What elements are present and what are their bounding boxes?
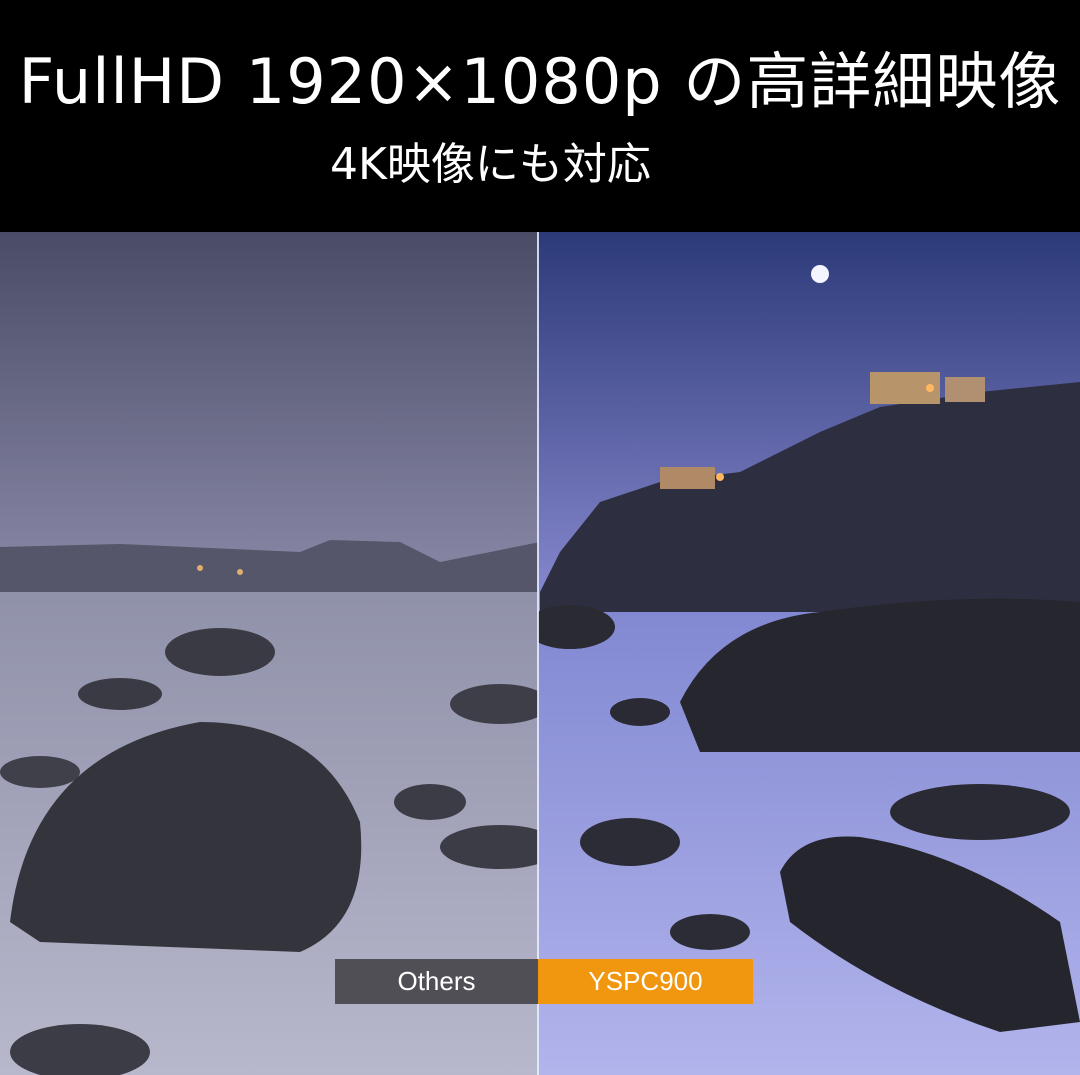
headline: FullHD 1920×1080p の高詳細映像 [18, 45, 1062, 118]
comparison-photo [0, 232, 1080, 1075]
others-label: Others [335, 959, 538, 1004]
product-label: YSPC900 [538, 959, 753, 1004]
header-banner: FullHD 1920×1080p の高詳細映像 4K映像にも対応 [0, 0, 1080, 232]
comparison-labels: Others YSPC900 [335, 959, 753, 1004]
sub-headline: 4K映像にも対応 [330, 139, 651, 190]
comparison-divider [537, 232, 539, 1075]
